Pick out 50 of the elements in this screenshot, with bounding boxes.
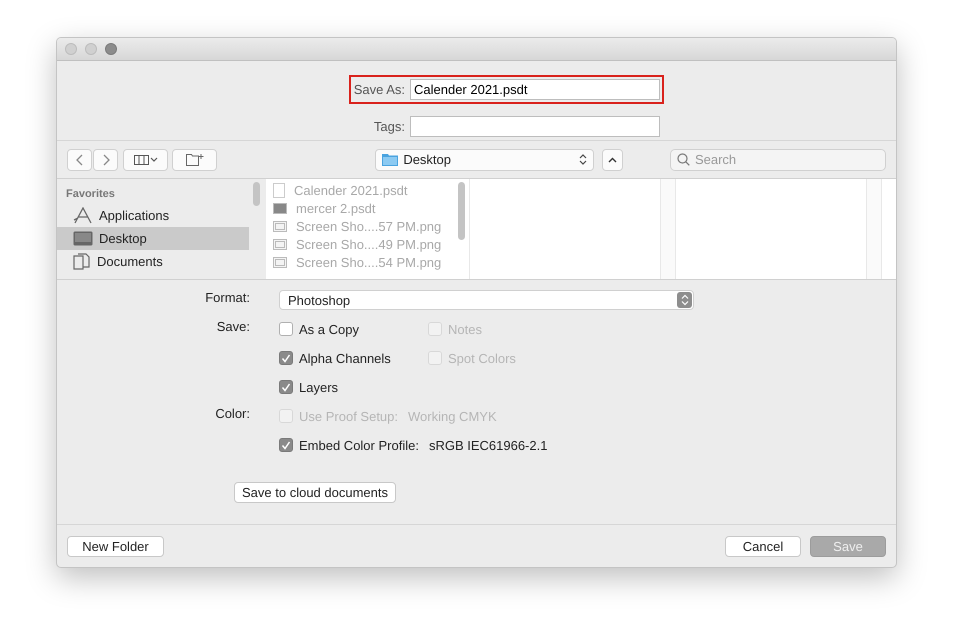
minimize-button[interactable] xyxy=(85,43,97,55)
screenshot-file-icon xyxy=(273,238,287,250)
format-popup[interactable]: Photoshop xyxy=(279,290,694,310)
checkmark-icon xyxy=(281,354,291,362)
view-mode-button[interactable] xyxy=(123,148,168,170)
columns-view-icon xyxy=(134,154,158,164)
tags-field[interactable] xyxy=(410,116,660,137)
chevron-right-icon xyxy=(102,154,110,166)
document-icon xyxy=(73,253,91,270)
expand-button[interactable] xyxy=(602,148,623,170)
screenshot-file-icon xyxy=(273,220,287,232)
up-down-arrows-icon xyxy=(579,153,588,166)
folder-plus-icon xyxy=(186,153,204,166)
file-icon xyxy=(273,182,285,198)
close-button[interactable] xyxy=(65,43,77,55)
chevron-up-icon xyxy=(608,156,618,162)
favorites-heading: Favorites xyxy=(65,188,116,200)
back-button[interactable] xyxy=(67,148,92,170)
forward-button[interactable] xyxy=(93,148,118,170)
checkmark-icon xyxy=(281,440,291,450)
location-popup[interactable]: Desktop xyxy=(375,148,594,170)
tags-label: Tags: xyxy=(372,119,405,134)
screenshot-file-icon xyxy=(273,256,287,268)
sidebar-item[interactable]: Applications xyxy=(57,204,249,227)
save-as-field[interactable]: Calender 2021.psdt xyxy=(410,79,660,100)
search-icon xyxy=(676,153,690,166)
format-label: Format: xyxy=(204,290,251,306)
scrollbar[interactable] xyxy=(253,182,260,206)
folder-icon xyxy=(382,153,398,166)
new-folder-icon-button[interactable] xyxy=(172,148,218,170)
zoom-button[interactable] xyxy=(105,43,117,55)
chevron-left-icon xyxy=(76,154,84,166)
sidebar-item[interactable]: Desktop xyxy=(57,227,249,250)
sidebar-item[interactable]: Documents xyxy=(57,250,249,273)
scrollbar[interactable] xyxy=(458,182,465,240)
save-as-label: Save As: xyxy=(353,82,405,97)
dialog-button[interactable]: New Folder xyxy=(67,536,164,556)
checkmark-icon xyxy=(281,382,291,392)
dialog-button[interactable]: Cancel xyxy=(725,536,801,556)
applications-icon xyxy=(73,207,93,224)
checkbox[interactable]: Alpha Channels xyxy=(279,350,428,366)
checkbox[interactable]: Embed Color Profile: sRGB IEC61966-2.1 xyxy=(279,438,548,452)
image-file-icon xyxy=(273,202,287,214)
desktop-icon xyxy=(73,231,93,246)
save-to-cloud-button[interactable]: Save to cloud documents xyxy=(234,482,396,503)
option-group-label: Color: xyxy=(215,406,250,421)
checkbox[interactable]: Layers xyxy=(279,380,428,394)
up-down-arrows-icon xyxy=(677,292,692,308)
option-group-label: Save: xyxy=(216,319,250,334)
checkbox[interactable]: As a Copy xyxy=(279,322,428,336)
